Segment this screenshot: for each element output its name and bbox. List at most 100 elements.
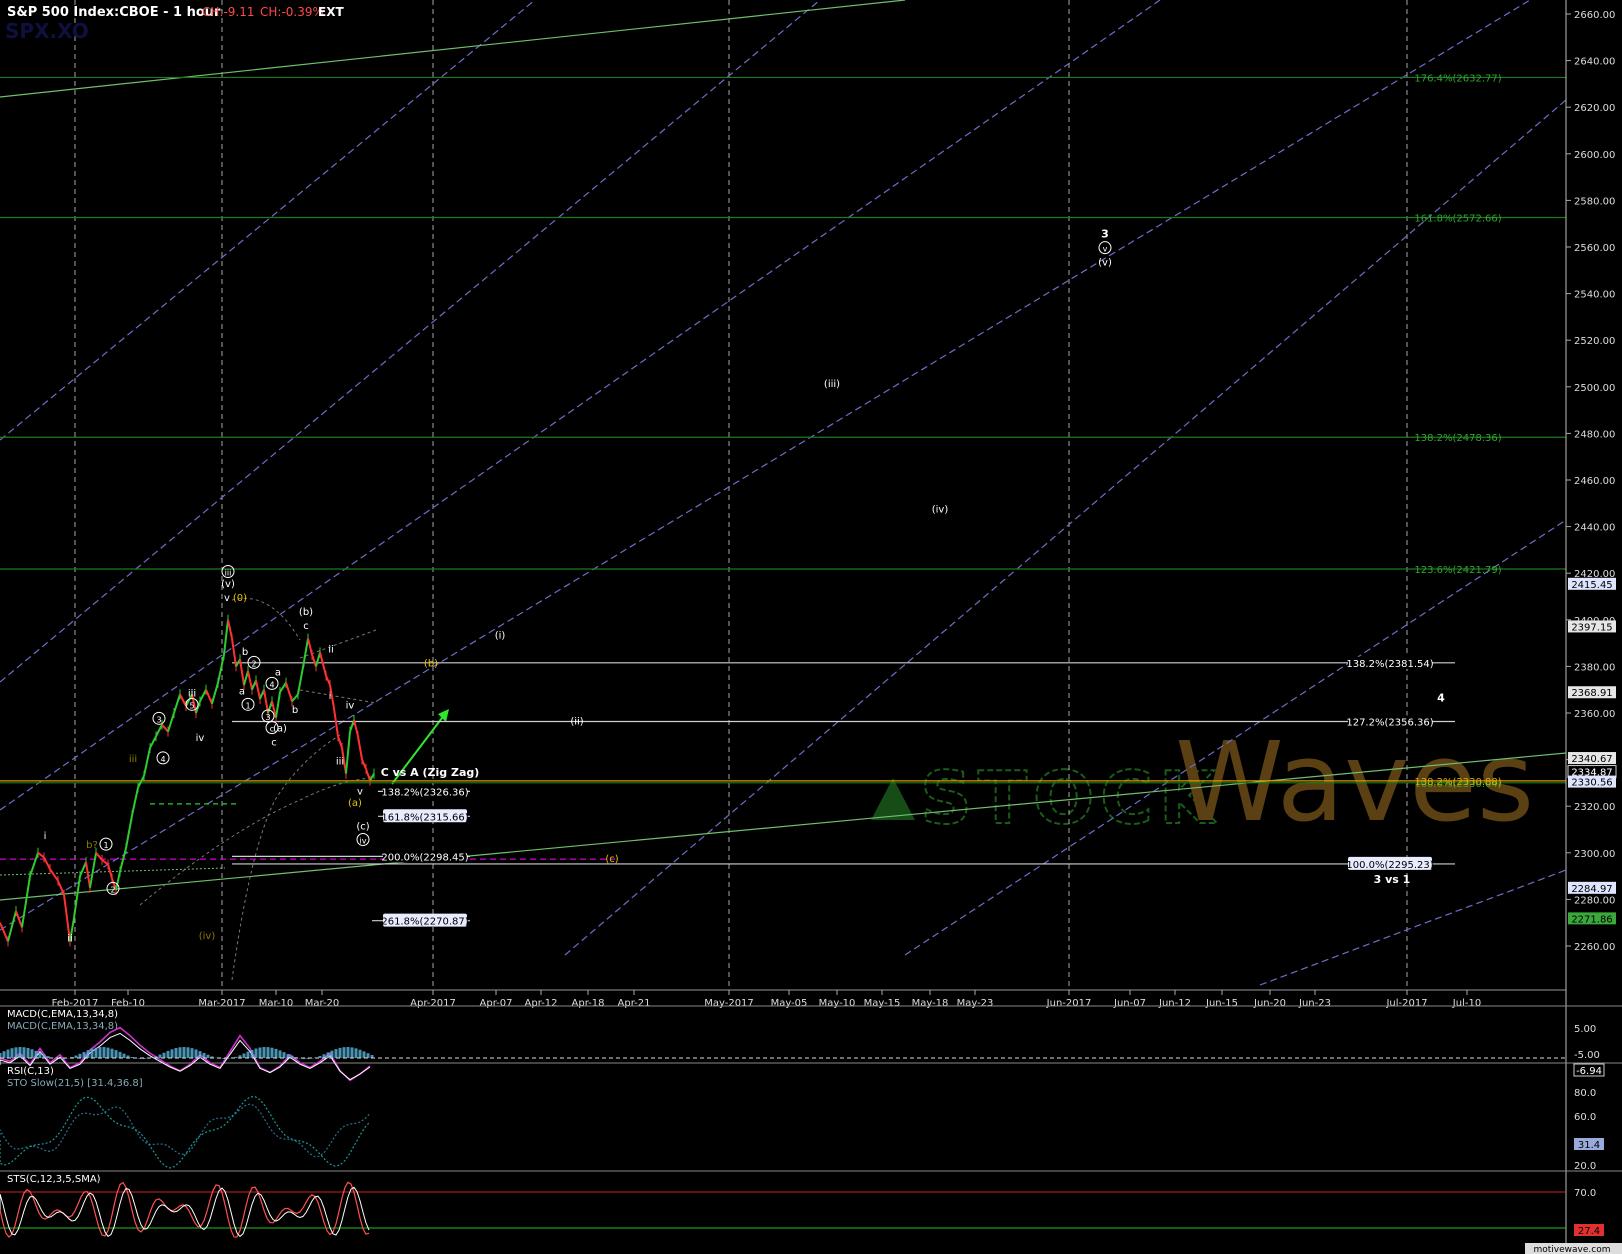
wave-label: ii: [67, 933, 73, 944]
wave-label: b: [242, 647, 248, 658]
wave-label: 3 vs 1: [1374, 873, 1411, 886]
fib-label-green: 138.2%(2478.36): [1414, 433, 1501, 444]
x-tick-label: Mar-20: [305, 998, 340, 1009]
wave-label: 2: [110, 885, 115, 894]
wave-label: (v): [1098, 258, 1112, 269]
x-tick-label: Apr-21: [618, 998, 651, 1009]
wave-label: (i): [495, 630, 506, 641]
x-tick-label: Jun-07: [1113, 998, 1146, 1009]
fib-label-green: 161.8%(2572.66): [1414, 214, 1501, 225]
x-tick-label: May-18: [912, 998, 949, 1009]
symbol-shadow: SPX.XO: [5, 19, 89, 43]
wave-label: (v): [221, 579, 235, 590]
session-label: EXT: [318, 5, 344, 19]
price-tag: 2415.45: [1571, 580, 1612, 591]
wave-label: 4: [269, 680, 274, 689]
y-tick-label: 2380.00: [1574, 662, 1615, 673]
x-tick-label: Jun-2017: [1046, 998, 1092, 1009]
wave-label: 1: [103, 841, 108, 850]
indicator-tag: -6.94: [1576, 1066, 1602, 1077]
indicator-tick: 5.00: [1574, 1024, 1596, 1035]
x-tick-label: Apr-2017: [410, 998, 456, 1009]
wave-label: c: [271, 738, 277, 749]
wave-label: a: [275, 668, 281, 679]
wave-label: 4: [1437, 691, 1445, 704]
wave-label: iii: [129, 754, 137, 765]
y-tick-label: 2540.00: [1574, 290, 1615, 301]
fib-label-white: 127.2%(2356.36): [1346, 717, 1433, 728]
wave-label: 3: [156, 715, 161, 724]
wave-label: iii: [336, 756, 344, 767]
wave-label: 3: [265, 713, 270, 722]
wave-label: 3: [1101, 228, 1109, 241]
wave-label: v: [357, 787, 363, 798]
indicator-label: MACD(C,EMA,13,34,8): [7, 1009, 118, 1020]
y-tick-label: 2360.00: [1574, 709, 1615, 720]
indicator-label: STO Slow(21,5) [31.4,36.8]: [7, 1078, 143, 1089]
fib-label-green: 123.6%(2421.79): [1414, 565, 1501, 576]
x-tick-label: Feb-10: [111, 998, 145, 1009]
fib-label-white: 138.2%(2381.54): [1346, 659, 1433, 670]
wave-label: b: [292, 705, 298, 716]
fib-label-white: 100.0%(2295.23): [1346, 860, 1433, 871]
wave-label: v: [224, 593, 230, 604]
price-axis: 2260.002280.002300.002320.002340.002360.…: [1566, 10, 1615, 953]
indicator-tick: -5.00: [1574, 1050, 1600, 1061]
y-tick-label: 2560.00: [1574, 243, 1615, 254]
x-tick-label: Apr-18: [572, 998, 605, 1009]
wave-label: v: [1103, 245, 1108, 254]
change-value: CH:-9.11: [202, 5, 255, 19]
y-tick-label: 2440.00: [1574, 523, 1615, 534]
x-tick-label: Apr-12: [525, 998, 558, 1009]
chart-canvas: STOCK Waves 176.4%(2632.77)161.8%(2572.6…: [0, 0, 1622, 1254]
y-tick-label: 2320.00: [1574, 802, 1615, 813]
y-tick-label: 2300.00: [1574, 849, 1615, 860]
y-tick-label: 2580.00: [1574, 196, 1615, 207]
wave-label: 1: [245, 701, 250, 710]
wave-label: (c): [356, 822, 369, 833]
indicator-label: STS(C,12,3,5,SMA): [7, 1174, 101, 1185]
wave-label: (b): [424, 658, 438, 669]
x-tick-label: Apr-07: [480, 998, 513, 1009]
indicator-tag: 27.4: [1578, 1226, 1600, 1237]
x-tick-label: May-05: [771, 998, 808, 1009]
wave-label: iii: [225, 569, 232, 578]
wave-label: a: [239, 686, 245, 697]
indicator-tick: 70.0: [1574, 1188, 1596, 1199]
wave-label: i: [44, 831, 47, 842]
wave-label: 5: [189, 701, 194, 710]
wave-label: (a): [348, 798, 362, 809]
x-tick-label: May-15: [864, 998, 901, 1009]
wave-label: (a): [273, 724, 287, 735]
x-tick-label: May-10: [819, 998, 856, 1009]
fib-label-white: 138.2%(2326.36): [381, 787, 468, 798]
wave-label: 2: [251, 659, 256, 668]
wave-label: (b): [299, 607, 313, 618]
fib-label-orange: 138.2%(2330.88): [1414, 777, 1501, 788]
fib-label-green: 176.4%(2632.77): [1414, 73, 1501, 84]
y-tick-label: 2500.00: [1574, 383, 1615, 394]
change-percent: CH:-0.39%: [260, 5, 324, 19]
y-tick-label: 2460.00: [1574, 476, 1615, 487]
x-tick-label: Jun-15: [1205, 998, 1238, 1009]
x-tick-label: Jun-23: [1298, 998, 1331, 1009]
price-tag: 2271.86: [1571, 914, 1612, 925]
x-tick-label: Jun-12: [1158, 998, 1191, 1009]
fib-label-white: 200.0%(2298.45): [381, 852, 468, 863]
wave-label: iv: [346, 700, 355, 711]
indicator-tick: 80.0: [1574, 1088, 1596, 1099]
wave-label: iv: [360, 836, 367, 845]
wave-label: i: [329, 691, 332, 702]
price-tag: 2397.15: [1571, 622, 1612, 633]
wave-label: (iii): [824, 379, 840, 390]
indicator-tag: 31.4: [1578, 1140, 1600, 1151]
x-tick-label: Feb-2017: [52, 998, 99, 1009]
chart-title: S&P 500 Index:CBOE - 1 hour: [7, 5, 221, 20]
y-tick-label: 2260.00: [1574, 942, 1615, 953]
wave-label: ii: [328, 644, 334, 655]
price-tag: 2340.67: [1571, 754, 1612, 765]
y-tick-label: 2640.00: [1574, 57, 1615, 68]
x-tick-label: Jun-20: [1253, 998, 1286, 1009]
x-tick-label: Mar-2017: [198, 998, 245, 1009]
wave-label: iv: [196, 733, 205, 744]
